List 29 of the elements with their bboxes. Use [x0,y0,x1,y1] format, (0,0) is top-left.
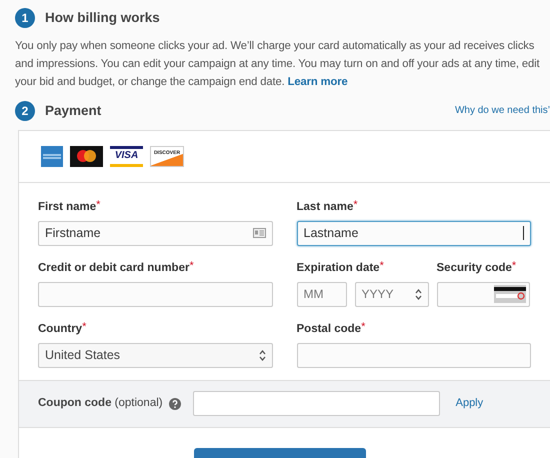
field-label: Security code [436,260,512,276]
apply-link[interactable]: Apply [456,395,484,412]
learn-more-link[interactable]: Learn more [288,76,348,88]
required-marker: * [96,198,100,210]
billing-description: You only pay when someone clicks your ad. We’ll charge your card automatically as your ad receives clicks and impressions. You can edit your campaign at any time. You may turn on and off your ads at any time, edit your bid and budget, or change the campaign end date. Learn more [15,39,541,90]
help-link[interactable]: Why do we need this’ [454,103,550,118]
required-marker: * [82,320,86,332]
year-select[interactable]: YYYY [354,282,428,306]
field-label: Postal code [296,322,362,336]
country-select[interactable]: United States [38,342,272,368]
step-number: 2 [15,101,35,122]
required-marker: * [353,198,358,210]
coupon-label: Coupon code (optional) [38,396,163,411]
text-field[interactable]: Firstname [38,220,272,246]
required-marker: * [512,260,516,272]
field-label: Credit or debit card number [38,260,190,276]
step-number: 1 [15,8,35,28]
required-marker: * [380,260,384,272]
field-label: Last name [296,200,354,214]
required-marker: * [361,320,366,332]
required-marker: * [189,260,194,272]
section-title: Payment [45,102,102,120]
section-title: How billing works [45,9,160,27]
text-field[interactable]: Lastname [296,220,531,246]
credit-card-logo: VISA [110,146,143,166]
field-label: Expiration date [296,260,380,276]
month-field[interactable]: MM [296,282,346,306]
field-label: First name [38,200,96,214]
field-label: Country [38,322,82,336]
